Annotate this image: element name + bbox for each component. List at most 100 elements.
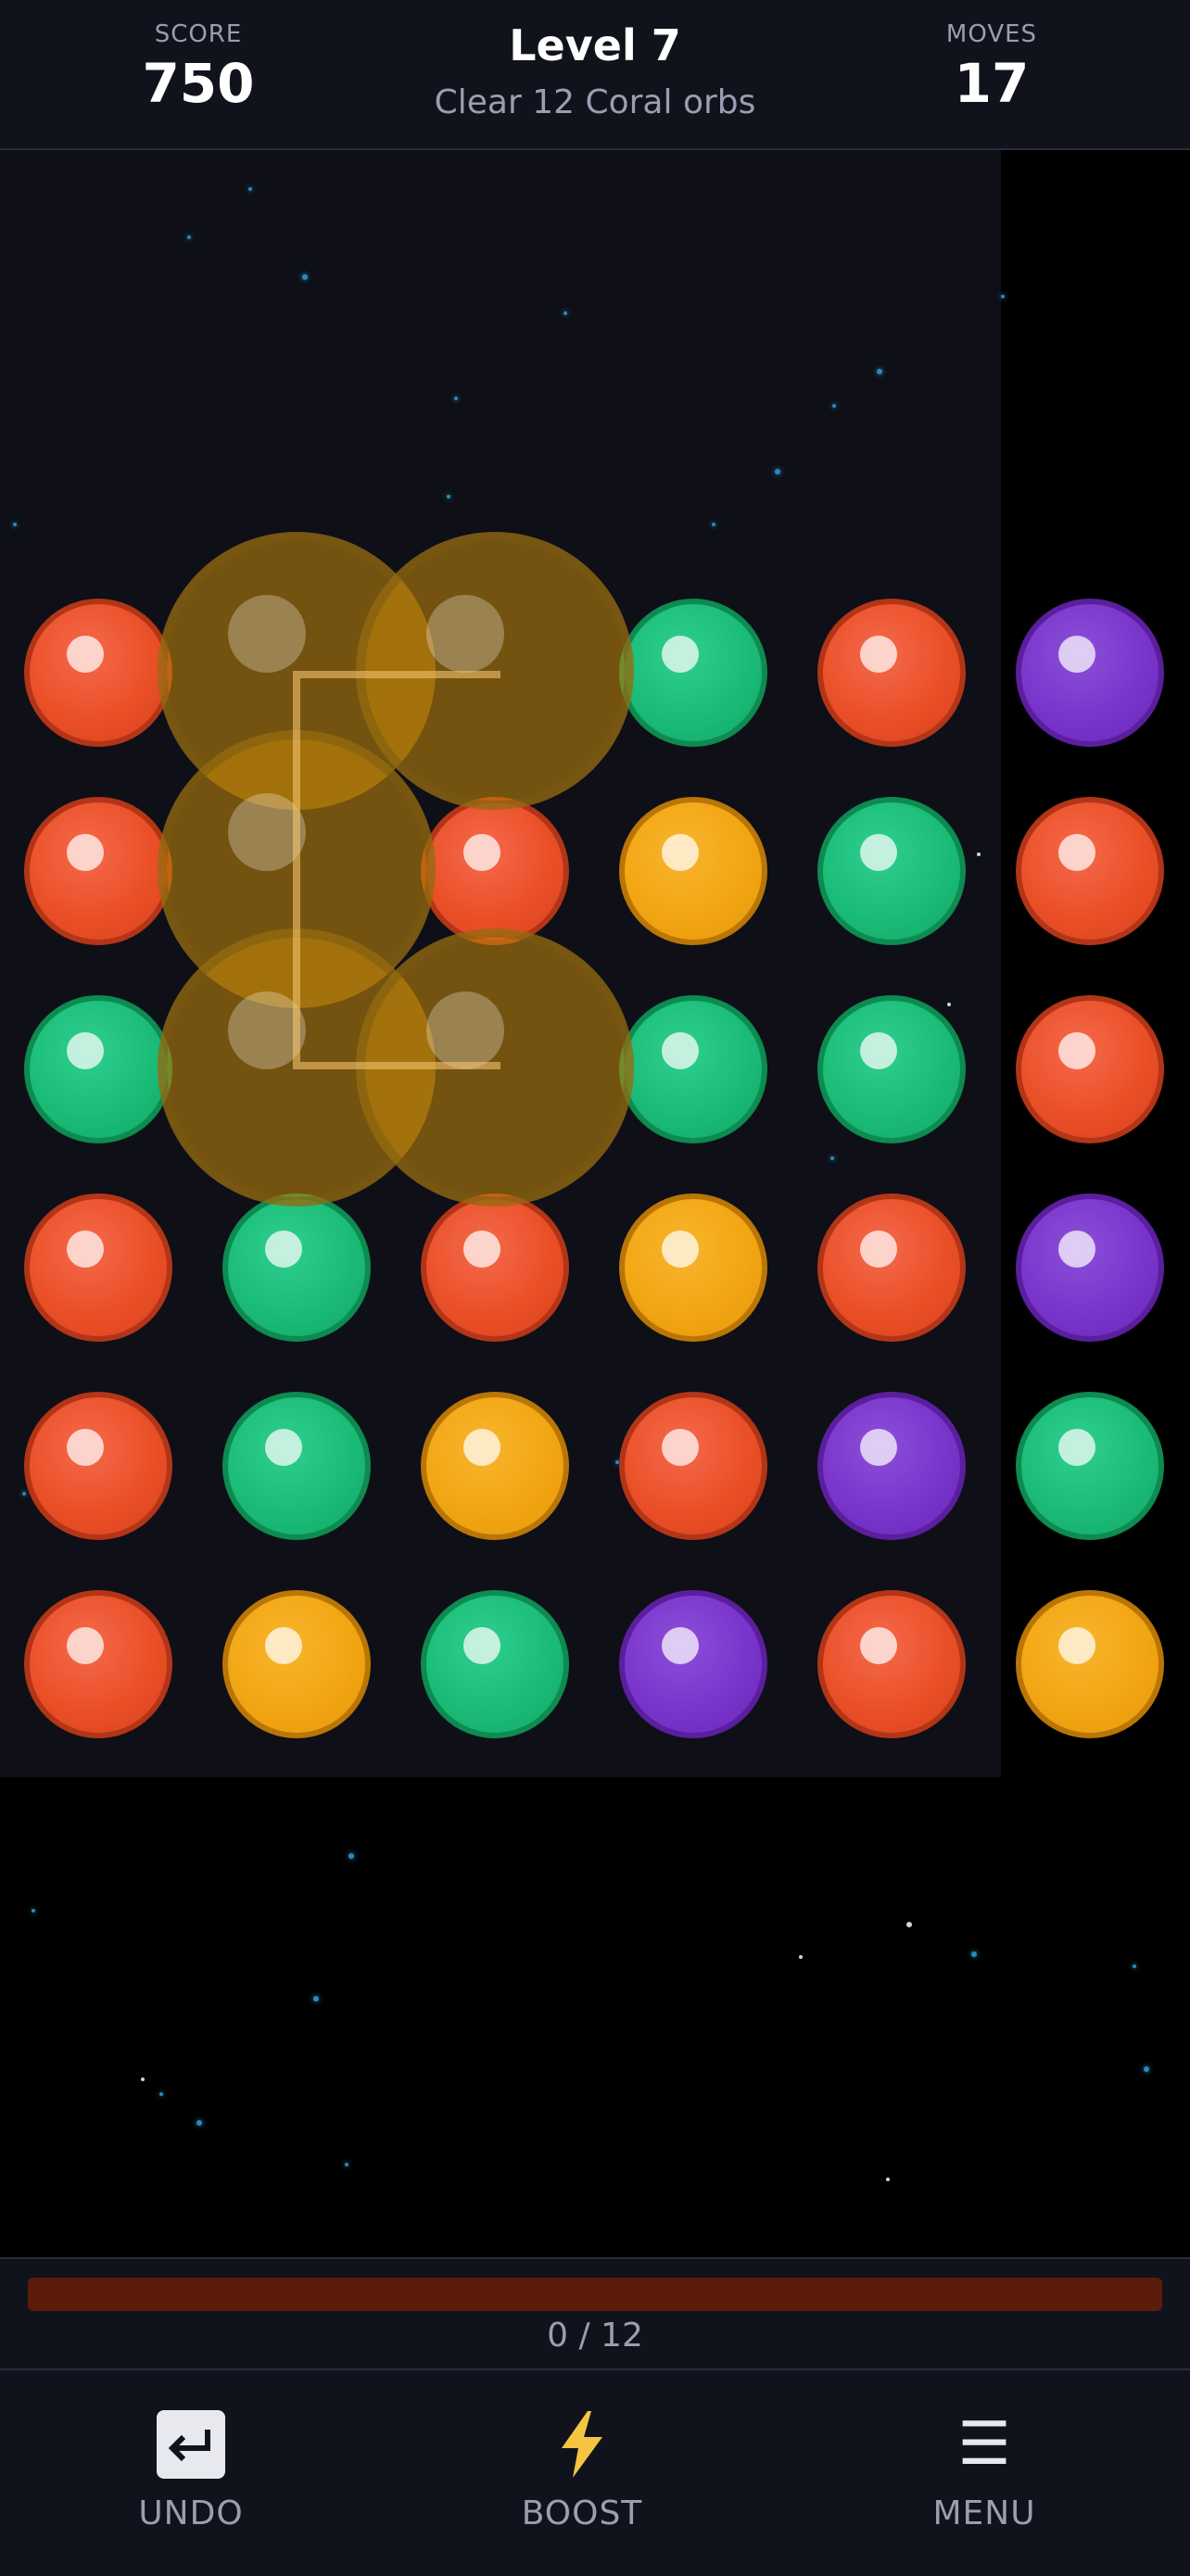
undo-icon-wrap <box>52 2407 330 2481</box>
orb-highlight <box>662 1627 699 1664</box>
orb-coral[interactable] <box>24 599 172 747</box>
orb-purple[interactable] <box>817 1392 966 1540</box>
orb-coral[interactable] <box>24 1392 172 1540</box>
orb-coral[interactable] <box>24 1193 172 1342</box>
star <box>32 1909 35 1913</box>
orb-highlight <box>860 636 897 673</box>
moves-value: 17 <box>954 52 1030 115</box>
orb-highlight <box>1058 834 1095 871</box>
undo-button[interactable]: UNDO <box>52 2407 330 2546</box>
hint-bracket <box>293 671 500 1069</box>
orb-highlight <box>265 1429 302 1466</box>
orb-highlight <box>1058 1429 1095 1466</box>
orb-coral[interactable] <box>619 1392 767 1540</box>
star <box>886 2178 890 2181</box>
orb-highlight <box>860 834 897 871</box>
hint-orb-highlight <box>228 595 306 673</box>
moves-label: MOVES <box>945 20 1038 48</box>
star <box>563 311 567 315</box>
orb-gold[interactable] <box>1016 1590 1164 1738</box>
undo-label: UNDO <box>138 2494 244 2532</box>
star <box>345 2163 348 2166</box>
star <box>1001 295 1005 298</box>
star <box>877 369 882 374</box>
orb-gold[interactable] <box>421 1392 569 1540</box>
star <box>775 469 780 474</box>
score-panel: SCORE 750 <box>87 20 310 115</box>
orb-highlight <box>67 1429 104 1466</box>
orb-coral[interactable] <box>817 599 966 747</box>
orb-highlight <box>860 1627 897 1664</box>
menu-label: MENU <box>932 2494 1036 2532</box>
star <box>1133 1964 1136 1968</box>
orb-green[interactable] <box>222 1193 371 1342</box>
orb-highlight <box>662 1429 699 1466</box>
level-goal: Clear 12 Coral orbs <box>434 83 756 121</box>
orb-coral[interactable] <box>24 1590 172 1738</box>
orb-highlight <box>1058 636 1095 673</box>
orb-gold[interactable] <box>619 797 767 945</box>
star <box>1144 2066 1149 2072</box>
star <box>196 2120 202 2126</box>
orb-green[interactable] <box>817 797 966 945</box>
orb-green[interactable] <box>817 995 966 1143</box>
star <box>447 495 450 499</box>
orb-green[interactable] <box>421 1590 569 1738</box>
star <box>187 235 191 239</box>
orb-coral[interactable] <box>24 797 172 945</box>
star <box>302 274 308 280</box>
orb-green[interactable] <box>24 995 172 1143</box>
orb-coral[interactable] <box>421 1193 569 1342</box>
boost-icon-wrap <box>443 2407 721 2481</box>
orb-gold[interactable] <box>222 1590 371 1738</box>
hint-orb-highlight <box>426 595 504 673</box>
star <box>348 1853 354 1859</box>
orb-highlight <box>662 834 699 871</box>
star <box>248 187 252 191</box>
boost-button[interactable]: BOOST <box>443 2407 721 2546</box>
progress-track <box>28 2278 1162 2311</box>
orb-coral[interactable] <box>1016 995 1164 1143</box>
orb-coral[interactable] <box>817 1590 966 1738</box>
orb-highlight <box>662 636 699 673</box>
star <box>22 1492 26 1496</box>
orb-coral[interactable] <box>1016 797 1164 945</box>
orb-purple[interactable] <box>1016 1193 1164 1342</box>
star <box>313 1996 319 2001</box>
score-label: SCORE <box>154 20 243 48</box>
orb-highlight <box>1058 1231 1095 1268</box>
moves-panel: MOVES 17 <box>880 20 1103 115</box>
orb-coral[interactable] <box>817 1193 966 1342</box>
game-header: SCORE 750 Level 7 Clear 12 Coral orbs MO… <box>0 0 1190 150</box>
star <box>832 404 836 408</box>
progress-text: 0 / 12 <box>547 2317 643 2355</box>
orb-highlight <box>67 834 104 871</box>
orb-green[interactable] <box>222 1392 371 1540</box>
orb-green[interactable] <box>619 995 767 1143</box>
orb-highlight <box>1058 1627 1095 1664</box>
goal-progress: 0 / 12 <box>0 2257 1190 2368</box>
orb-purple[interactable] <box>1016 599 1164 747</box>
orb-highlight <box>67 636 104 673</box>
level-info: Level 7 Clear 12 Coral orbs <box>363 20 827 121</box>
score-value: 750 <box>142 52 255 115</box>
star <box>454 397 458 400</box>
hamburger-menu-icon: ☰ <box>957 2410 1011 2479</box>
orb-gold[interactable] <box>619 1193 767 1342</box>
menu-button[interactable]: ☰ MENU <box>845 2407 1123 2546</box>
orb-highlight <box>662 1231 699 1268</box>
orb-highlight <box>463 1231 500 1268</box>
orb-purple[interactable] <box>619 1590 767 1738</box>
orb-green[interactable] <box>619 599 767 747</box>
orb-highlight <box>463 1429 500 1466</box>
star <box>947 1003 951 1006</box>
orb-highlight <box>67 1231 104 1268</box>
star <box>141 2077 145 2081</box>
star <box>906 1922 912 1927</box>
star <box>13 523 17 526</box>
orb-highlight <box>860 1429 897 1466</box>
star <box>971 1951 977 1957</box>
star <box>977 852 981 856</box>
orb-green[interactable] <box>1016 1392 1164 1540</box>
star <box>159 2092 163 2096</box>
